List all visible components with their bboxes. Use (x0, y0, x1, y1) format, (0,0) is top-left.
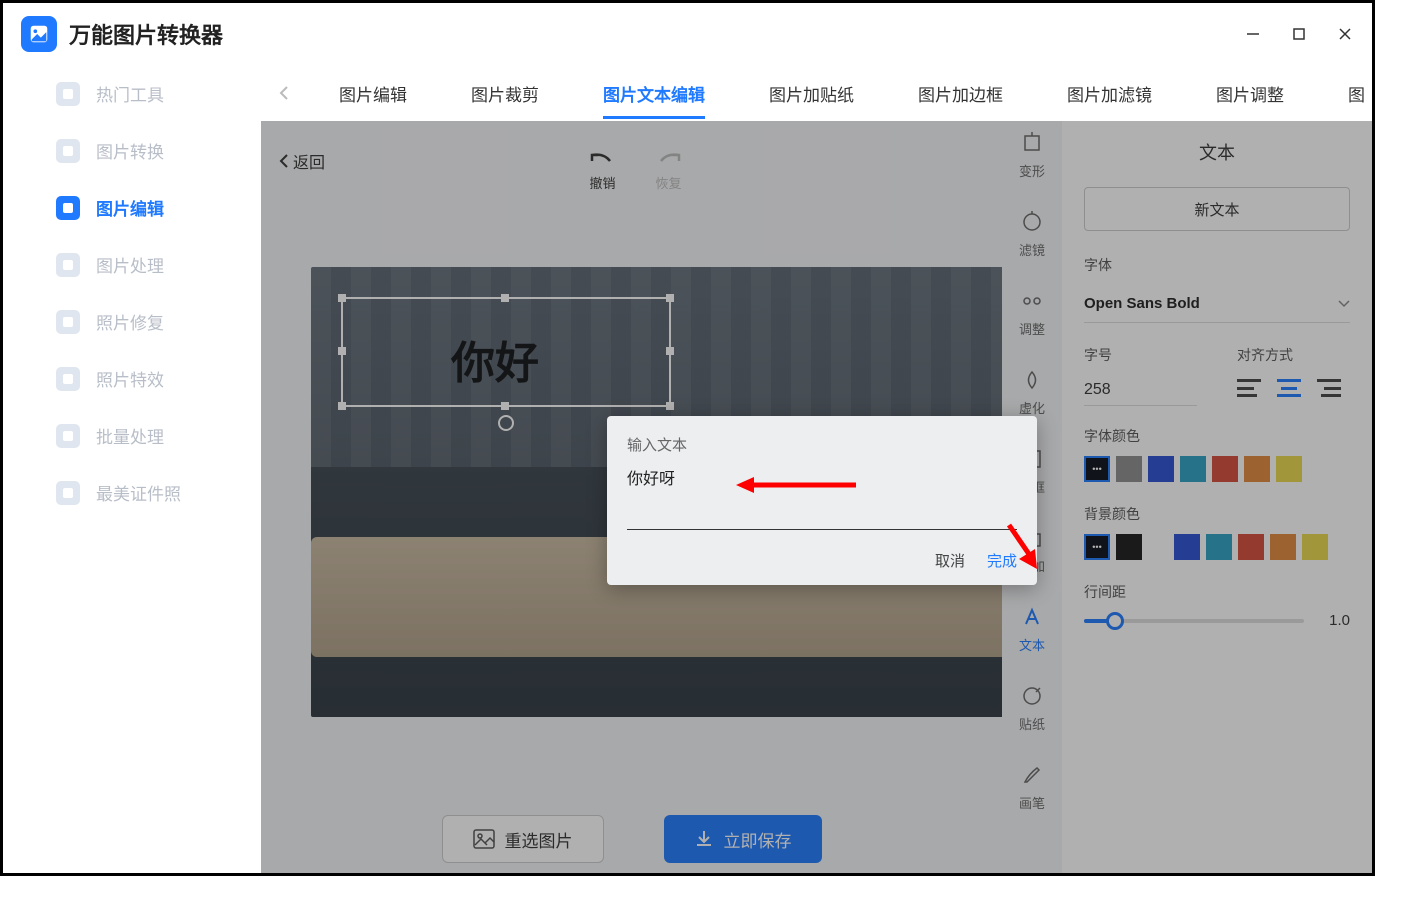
tabs-prev-button[interactable] (279, 83, 289, 103)
tab-label: 图片加边框 (918, 81, 1003, 106)
sidebar-item-label: 图片转换 (96, 138, 164, 163)
tab-label: 图片调整 (1216, 81, 1284, 106)
process-icon (56, 253, 80, 277)
sidebar-item-convert[interactable]: 图片转换 (3, 122, 261, 179)
dialog-cancel-button[interactable]: 取消 (935, 550, 965, 571)
sidebar: 热门工具 图片转换 图片编辑 图片处理 照片修复 照片特效 批量处理 最美证件照 (3, 65, 261, 873)
sidebar-item-label: 最美证件照 (96, 480, 181, 505)
sidebar-item-label: 批量处理 (96, 423, 164, 448)
top-tabs: 图片编辑 图片裁剪 图片文本编辑 图片加贴纸 图片加边框 图片加滤镜 图片调整 … (261, 65, 1372, 121)
tab-text-edit[interactable]: 图片文本编辑 (571, 65, 737, 121)
app-logo-icon (21, 16, 57, 52)
edit-icon (56, 196, 80, 220)
sidebar-item-process[interactable]: 图片处理 (3, 236, 261, 293)
sidebar-item-effects[interactable]: 照片特效 (3, 350, 261, 407)
close-button[interactable] (1336, 25, 1354, 43)
convert-icon (56, 139, 80, 163)
sidebar-item-idphoto[interactable]: 最美证件照 (3, 464, 261, 521)
sidebar-item-label: 热门工具 (96, 81, 164, 106)
main-area: 返回 撤销 恢复 (261, 121, 1372, 873)
minimize-button[interactable] (1244, 25, 1262, 43)
tab-border[interactable]: 图片加边框 (886, 65, 1035, 121)
tab-adjust[interactable]: 图片调整 (1184, 65, 1316, 121)
text-input-dialog: 输入文本 你好呀 取消 完成 (607, 416, 1037, 585)
repair-icon (56, 310, 80, 334)
sidebar-item-repair[interactable]: 照片修复 (3, 293, 261, 350)
sidebar-item-label: 图片处理 (96, 252, 164, 277)
tab-image-edit[interactable]: 图片编辑 (307, 65, 439, 121)
dialog-title: 输入文本 (627, 434, 1017, 455)
hot-icon (56, 82, 80, 106)
tab-filter[interactable]: 图片加滤镜 (1035, 65, 1184, 121)
annotation-arrow-1 (736, 477, 856, 493)
annotation-arrow-2 (1001, 521, 1041, 571)
app-title: 万能图片转换器 (69, 18, 223, 50)
tab-more[interactable]: 图 (1316, 65, 1397, 121)
sidebar-item-label: 照片修复 (96, 309, 164, 334)
tab-label: 图片裁剪 (471, 81, 539, 106)
tab-label: 图片加贴纸 (769, 81, 854, 106)
title-bar: 万能图片转换器 (3, 3, 1372, 65)
sidebar-item-edit[interactable]: 图片编辑 (3, 179, 261, 236)
tab-sticker[interactable]: 图片加贴纸 (737, 65, 886, 121)
idphoto-icon (56, 481, 80, 505)
tab-label: 图 (1348, 81, 1365, 106)
sidebar-item-batch[interactable]: 批量处理 (3, 407, 261, 464)
sidebar-item-hot[interactable]: 热门工具 (3, 65, 261, 122)
maximize-button[interactable] (1290, 25, 1308, 43)
tab-label: 图片编辑 (339, 81, 407, 106)
sidebar-item-label: 图片编辑 (96, 195, 164, 220)
tab-image-crop[interactable]: 图片裁剪 (439, 65, 571, 121)
sidebar-item-label: 照片特效 (96, 366, 164, 391)
batch-icon (56, 424, 80, 448)
effects-icon (56, 367, 80, 391)
tab-label: 图片加滤镜 (1067, 81, 1152, 106)
tab-label: 图片文本编辑 (603, 81, 705, 106)
dialog-text-input[interactable]: 你好呀 (627, 465, 1017, 530)
